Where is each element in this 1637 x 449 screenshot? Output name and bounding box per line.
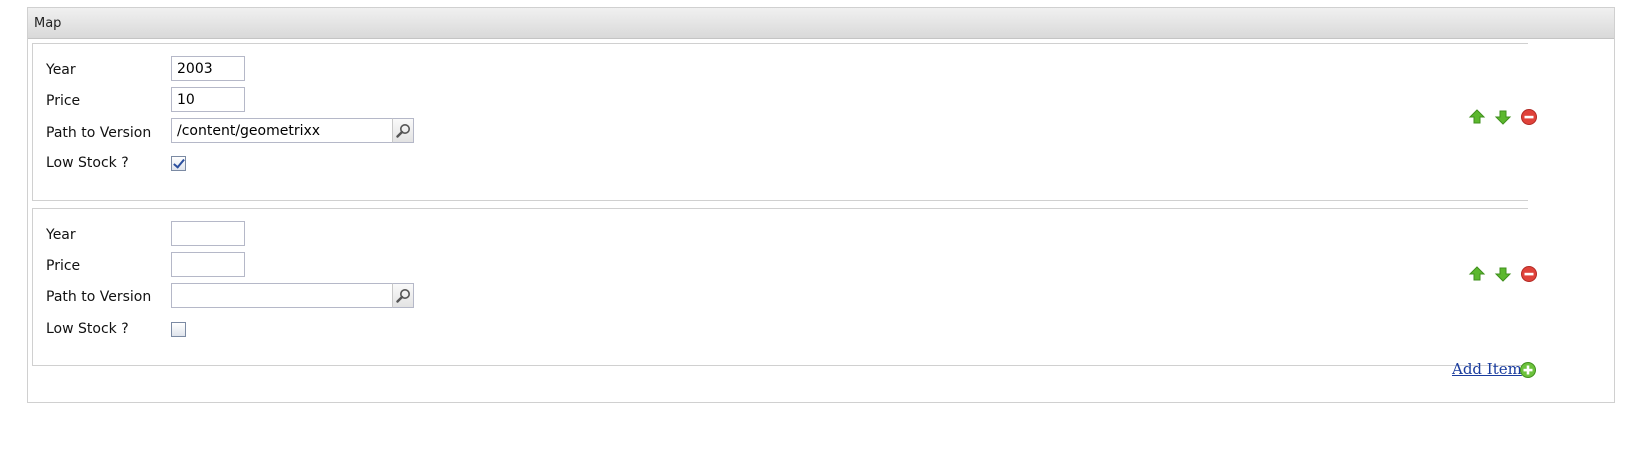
arrow-up-icon[interactable] bbox=[1468, 265, 1486, 283]
path-label: Path to Version bbox=[46, 125, 152, 141]
path-field-wrapper bbox=[171, 118, 414, 143]
add-icon[interactable] bbox=[1519, 361, 1537, 379]
price-label: Price bbox=[46, 93, 81, 109]
price-field[interactable] bbox=[171, 87, 245, 112]
remove-icon[interactable] bbox=[1520, 265, 1538, 283]
path-field-wrapper bbox=[171, 283, 414, 308]
lowstock-checkbox[interactable] bbox=[171, 322, 186, 337]
arrow-down-icon[interactable] bbox=[1494, 108, 1512, 126]
year-field[interactable] bbox=[171, 56, 245, 81]
lowstock-label: Low Stock ? bbox=[46, 155, 129, 171]
path-label: Path to Version bbox=[46, 289, 152, 305]
remove-icon[interactable] bbox=[1520, 108, 1538, 126]
arrow-down-icon[interactable] bbox=[1494, 265, 1512, 283]
browse-button[interactable] bbox=[392, 283, 414, 308]
multifield-item: Year Price Path to Version Low Stock ? bbox=[32, 208, 1528, 366]
arrow-up-icon[interactable] bbox=[1468, 108, 1486, 126]
multifield-item: Year Price Path to Version Low Stock ? bbox=[32, 43, 1528, 201]
panel-header: Map bbox=[28, 8, 1614, 39]
browse-button[interactable] bbox=[392, 118, 414, 143]
lowstock-checkbox[interactable] bbox=[171, 156, 186, 171]
path-field[interactable] bbox=[171, 118, 393, 143]
price-field[interactable] bbox=[171, 252, 245, 277]
lowstock-label: Low Stock ? bbox=[46, 321, 129, 337]
year-label: Year bbox=[46, 227, 76, 243]
add-item-link[interactable]: Add Item bbox=[1452, 360, 1522, 378]
price-label: Price bbox=[46, 258, 81, 274]
map-panel: Map Year Price Path to Version Low Stock… bbox=[27, 7, 1615, 403]
panel-title: Map bbox=[34, 16, 62, 31]
path-field[interactable] bbox=[171, 283, 393, 308]
year-field[interactable] bbox=[171, 221, 245, 246]
magnifier-icon bbox=[396, 289, 410, 303]
magnifier-icon bbox=[396, 124, 410, 138]
year-label: Year bbox=[46, 62, 76, 78]
